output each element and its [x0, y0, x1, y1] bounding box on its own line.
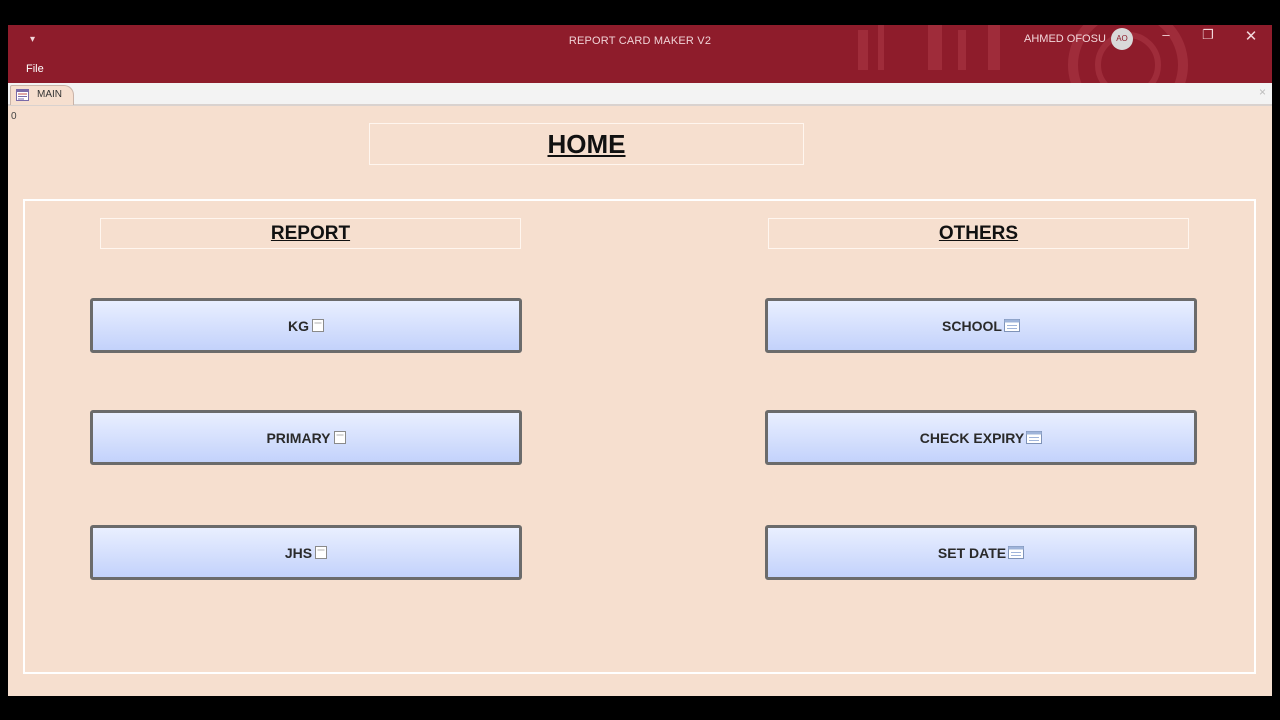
others-section-title: OTHERS [938, 223, 1019, 244]
record-counter: 0 [11, 111, 17, 122]
tab-main[interactable]: MAIN [10, 85, 74, 105]
close-button[interactable]: ✕ [1241, 27, 1261, 45]
form-icon [16, 89, 29, 101]
form-icon [1026, 431, 1043, 444]
close-tab-icon[interactable]: × [1259, 85, 1266, 99]
school-button-label: SCHOOL [942, 317, 1002, 334]
title-bar-decoration [858, 25, 1188, 83]
others-section-header: OTHERS [768, 218, 1189, 249]
app-window: ▾ File REPORT CARD MAKER V2 AHMED OFOSU … [8, 25, 1272, 696]
form-icon [1003, 319, 1020, 332]
primary-button[interactable]: PRIMARY [90, 410, 522, 465]
report-icon [333, 431, 346, 444]
user-name[interactable]: AHMED OFOSU [1024, 33, 1106, 45]
form-icon [1008, 546, 1025, 559]
title-bar: ▾ File REPORT CARD MAKER V2 AHMED OFOSU … [8, 25, 1272, 83]
set-date-button-label: SET DATE [937, 544, 1007, 561]
set-date-button[interactable]: SET DATE [765, 525, 1197, 580]
jhs-button-label: JHS [284, 544, 313, 561]
kg-button[interactable]: KG [90, 298, 522, 353]
primary-button-label: PRIMARY [266, 429, 331, 446]
report-icon [312, 319, 324, 332]
home-header: HOME [369, 123, 804, 165]
jhs-button[interactable]: JHS [90, 525, 522, 580]
menu-file[interactable]: File [26, 63, 44, 75]
restore-button[interactable]: ❐ [1198, 27, 1218, 43]
page-title: HOME [547, 129, 626, 159]
document-tab-strip: MAIN × [8, 83, 1272, 106]
avatar[interactable]: AO [1111, 28, 1133, 50]
report-icon [315, 546, 328, 559]
report-section-title: REPORT [270, 223, 351, 244]
check-expiry-button[interactable]: CHECK EXPIRY [765, 410, 1197, 465]
minimize-button[interactable]: – [1156, 27, 1176, 42]
kg-button-label: KG [288, 317, 309, 334]
report-section-header: REPORT [100, 218, 521, 249]
tab-main-label: MAIN [37, 89, 62, 100]
main-panel: REPORT OTHERS KG PRIMARY JHS SCHOOL CHEC… [23, 199, 1256, 674]
check-expiry-button-label: CHECK EXPIRY [919, 429, 1025, 446]
school-button[interactable]: SCHOOL [765, 298, 1197, 353]
